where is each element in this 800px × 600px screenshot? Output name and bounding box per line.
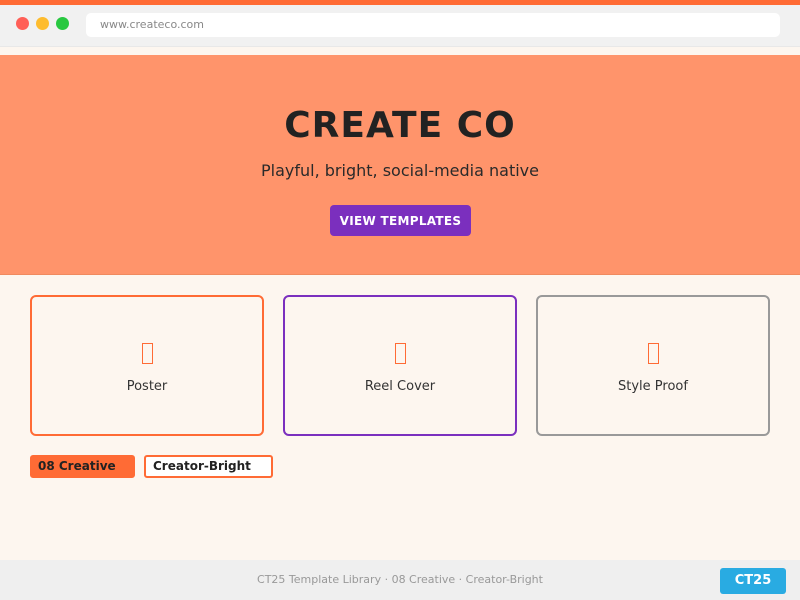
- address-bar[interactable]: www.createco.com: [86, 13, 780, 37]
- template-card-poster[interactable]: Poster: [30, 295, 264, 436]
- card-label: Style Proof: [618, 379, 688, 394]
- minimize-window-icon[interactable]: [36, 17, 49, 30]
- header-divider: [0, 47, 800, 55]
- close-window-icon[interactable]: [16, 17, 29, 30]
- template-card-style-proof[interactable]: Style Proof: [536, 295, 770, 436]
- hero-title: CREATE CO: [284, 105, 516, 146]
- footer: CT25 Template Library · 08 Creative · Cr…: [0, 560, 800, 600]
- card-label: Poster: [126, 379, 168, 394]
- missing-glyph-icon: [32, 343, 262, 370]
- missing-glyph-icon: [538, 343, 768, 370]
- category-tag: 08 Creative: [30, 455, 135, 478]
- missing-glyph-icon: [285, 343, 515, 370]
- hero-subtitle: Playful, bright, social-media native: [261, 161, 539, 180]
- browser-chrome: www.createco.com: [0, 5, 800, 47]
- hero-banner: CREATE CO Playful, bright, social-media …: [0, 55, 800, 275]
- footer-badge: CT25: [720, 568, 786, 594]
- view-templates-button[interactable]: VIEW TEMPLATES: [330, 205, 471, 236]
- maximize-window-icon[interactable]: [56, 17, 69, 30]
- card-label: Reel Cover: [364, 379, 436, 394]
- template-card-reel-cover[interactable]: Reel Cover: [283, 295, 517, 436]
- style-tag: Creator-Bright: [144, 455, 273, 478]
- footer-text: CT25 Template Library · 08 Creative · Cr…: [257, 573, 543, 586]
